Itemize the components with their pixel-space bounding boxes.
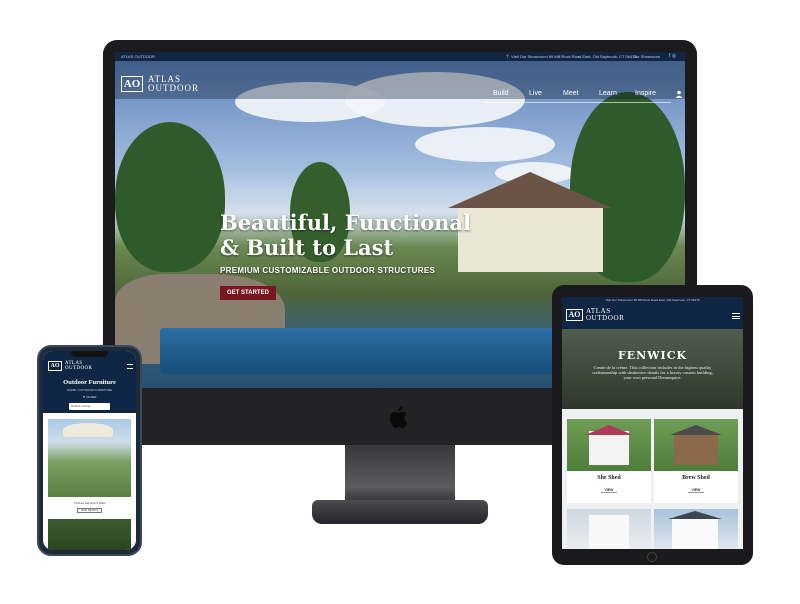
nav-learn[interactable]: Learn [599, 90, 617, 97]
view-link[interactable]: VIEW [688, 488, 704, 493]
phone-logo-line-2: OUTDOOR [65, 366, 93, 371]
tablet-logo-mark[interactable]: AO [566, 309, 583, 321]
showroom-address[interactable]: 📍 Visit Our Showroom! 69 Mill Rock Road … [505, 54, 637, 59]
utility-bar: ATLAS OUTDOOR 📍 Visit Our Showroom! 69 M… [115, 52, 685, 61]
iphone-device: AO ATLAS OUTDOOR Outdoor Furniture HOME … [37, 345, 142, 556]
she-shed-image [567, 419, 651, 471]
breadcrumb[interactable]: HOME / OUTDOOR FURNITURE [43, 388, 136, 392]
product-card-she-shed[interactable]: She Shed VIEW [567, 419, 651, 503]
brew-shed-image [654, 419, 738, 471]
phone-logo-wordmark[interactable]: ATLAS OUTDOOR [65, 361, 92, 371]
logo-line-2: OUTDOOR [148, 83, 199, 93]
hero-subheadline: PREMIUM CUSTOMIZABLE OUTDOOR STRUCTURES [220, 266, 436, 275]
hero-headline: Beautiful, Functional & Built to Last [220, 210, 480, 260]
logo-mark[interactable]: AO [121, 76, 143, 92]
tablet-website: Visit Our Showroom! 69 Mill Rock Road Ea… [562, 297, 743, 549]
umbrella [63, 423, 113, 437]
notch [71, 351, 108, 357]
product-card-image[interactable] [654, 509, 738, 549]
product-card-image[interactable] [567, 509, 651, 549]
hero-headline-line-1: Beautiful, Functional [220, 210, 471, 235]
logo-wordmark[interactable]: ATLAS OUTDOOR [148, 75, 199, 93]
tablet-logo-wordmark[interactable]: ATLAS OUTDOOR [586, 308, 624, 322]
phone-logo-mark[interactable]: AO [48, 361, 62, 371]
tree [115, 122, 225, 272]
product-image-chairs[interactable] [48, 519, 131, 550]
view-link[interactable]: VIEW [601, 488, 617, 493]
phone-website: AO ATLAS OUTDOOR Outdoor Furniture HOME … [43, 351, 136, 550]
imac-stand-base [312, 500, 488, 524]
nav-inspire[interactable]: Inspire [635, 90, 656, 97]
ipad-device: Visit Our Showroom! 69 Mill Rock Road Ea… [552, 285, 753, 565]
cloud [415, 127, 555, 162]
tablet-logo-line-2: OUTDOOR [586, 314, 625, 322]
collection-description: Create de la crème. This collection incl… [592, 365, 713, 380]
social-icons[interactable]: f ◎ [669, 53, 676, 59]
user-icon[interactable] [675, 90, 683, 98]
sort-select[interactable]: Default sorting [69, 403, 110, 410]
hero-headline-line-2: & Built to Last [220, 235, 394, 260]
nav-build[interactable]: Build [493, 90, 509, 97]
product-name: Brew Shed [682, 475, 710, 481]
collection-title: FENWICK [617, 349, 688, 362]
product-caption: 5 Piece Set with 4 Sofa [73, 501, 106, 505]
pool [160, 328, 560, 374]
filter-toggle[interactable]: ▼ FILTER [43, 395, 136, 399]
hamburger-menu-icon[interactable] [127, 364, 133, 369]
home-button [647, 552, 657, 562]
nav-meet[interactable]: Meet [563, 90, 579, 97]
get-started-button[interactable]: GET STARTED [220, 286, 276, 300]
nav-live[interactable]: Live [529, 90, 542, 97]
product-card-brew-shed[interactable]: Brew Shed VIEW [654, 419, 738, 503]
apple-logo-icon [389, 406, 408, 429]
showroom-link[interactable]: Our Showroom [633, 54, 660, 59]
nav-underline [485, 102, 671, 103]
hamburger-menu-icon[interactable] [732, 313, 740, 319]
product-name: She Shed [597, 475, 621, 481]
view-details-button[interactable]: VIEW DETAILS [77, 508, 102, 513]
page-title: Outdoor Furniture [63, 379, 116, 386]
utility-brand: ATLAS OUTDOOR [121, 54, 155, 59]
imac-stand [345, 445, 455, 505]
